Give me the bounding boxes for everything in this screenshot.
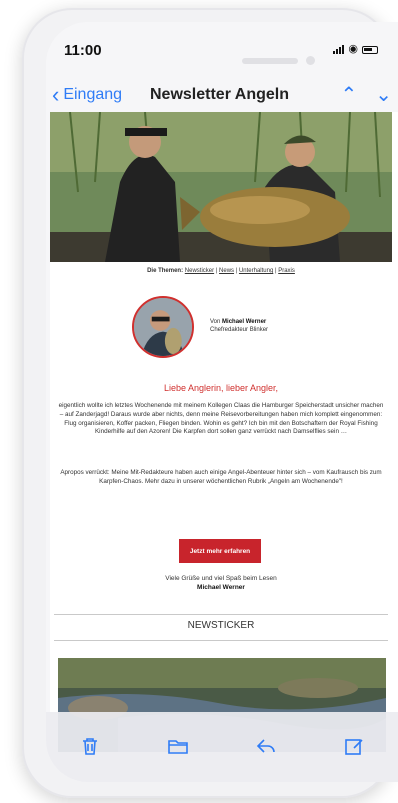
avatar <box>132 296 194 358</box>
chevron-left-icon: ‹ <box>52 82 60 107</box>
author-name: Michael Werner <box>222 319 267 325</box>
camera-dot <box>306 56 315 65</box>
back-label: Eingang <box>63 86 123 103</box>
mail-nav-bar: ‹ Eingang Newsletter Angeln ⌃ ⌄ <box>46 78 398 114</box>
camera-notch <box>242 58 298 64</box>
author-prefix: Von <box>210 319 221 325</box>
divider <box>54 614 388 615</box>
trash-icon[interactable] <box>78 734 102 758</box>
folder-icon[interactable] <box>166 734 190 758</box>
second-paragraph: Apropos verrückt: Meine Mit-Redakteure h… <box>60 469 382 485</box>
divider <box>54 640 388 641</box>
email-body[interactable]: Die Themen: Newsticker | News | Unterhal… <box>50 112 398 752</box>
topics-prefix: Die Themen: <box>147 268 184 274</box>
closing: Viele Grüße und viel Spaß beim Lesen Mic… <box>50 574 392 592</box>
topic-link-praxis[interactable]: Praxis <box>278 268 295 274</box>
page-title: Newsletter Angeln <box>150 86 289 103</box>
hero-image <box>50 112 392 262</box>
author-role: Chefredakteur Blinker <box>210 327 269 333</box>
message-navigation: ⌃ ⌄ <box>340 82 392 107</box>
status-bar: 11:00 ◉ <box>46 22 398 78</box>
mail-screen: 11:00 ◉ ‹ Eingang Newsletter Angeln ⌃ ⌄ <box>46 22 398 782</box>
author-info: Von Michael Werner Chefredakteur Blinker <box>210 318 268 334</box>
compose-icon[interactable] <box>342 734 366 758</box>
wifi-icon: ◉ <box>348 43 358 55</box>
topic-link-newsticker[interactable]: Newsticker <box>185 268 214 274</box>
topics-line: Die Themen: Newsticker | News | Unterhal… <box>147 268 295 274</box>
status-icons: ◉ <box>333 43 378 55</box>
closing-text: Viele Grüße und viel Spaß beim Lesen <box>165 575 277 582</box>
reply-icon[interactable] <box>254 734 278 758</box>
previous-message-icon[interactable]: ⌃ <box>340 82 357 107</box>
topic-link-news[interactable]: News <box>219 268 234 274</box>
closing-name: Michael Werner <box>197 584 245 591</box>
battery-icon <box>362 46 378 54</box>
next-message-icon[interactable]: ⌄ <box>375 82 392 107</box>
read-more-button[interactable]: Jetzt mehr erfahren <box>179 539 261 563</box>
section-heading: NEWSTICKER <box>187 620 255 631</box>
topic-link-unterhaltung[interactable]: Unterhaltung <box>239 268 273 274</box>
status-time: 11:00 <box>64 42 102 59</box>
back-button[interactable]: ‹ Eingang <box>52 82 123 107</box>
greeting: Liebe Anglerin, lieber Angler, <box>163 383 279 393</box>
intro-paragraph: eigentlich wollte ich letztes Wochenende… <box>58 402 384 436</box>
signal-icon <box>333 45 345 54</box>
mail-toolbar <box>46 712 398 782</box>
